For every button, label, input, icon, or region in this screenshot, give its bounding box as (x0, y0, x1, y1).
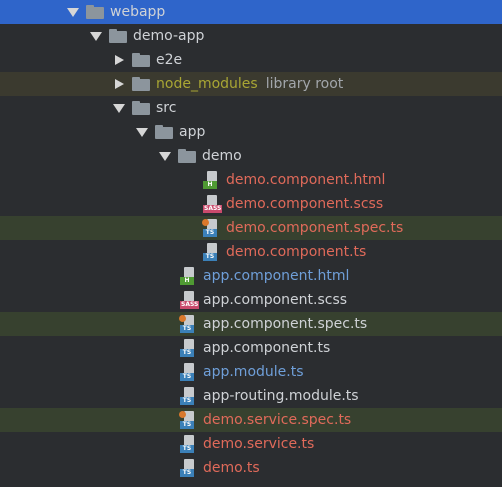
tree-item-label: app.component.scss (203, 292, 348, 308)
tree-file-row[interactable]: TS demo.service.ts (0, 432, 502, 456)
tree-item-label: demo.component.html (226, 172, 386, 188)
tree-item-label: demo (202, 148, 242, 164)
tree-item-label: app (179, 124, 206, 140)
sass-file-icon: SASS (179, 291, 200, 309)
folder-icon (109, 29, 127, 43)
tree-file-row[interactable]: TS demo.component.spec.ts (0, 216, 502, 240)
tree-file-row[interactable]: Happ.component.html (0, 264, 502, 288)
ts-file-icon: TS (179, 315, 199, 333)
ts-file-icon: TS (202, 219, 222, 237)
folder-icon (132, 101, 150, 115)
tree-file-row[interactable]: TS app-routing.module.ts (0, 384, 502, 408)
collapse-arrow-icon[interactable] (112, 53, 126, 67)
tree-folder-row[interactable]: webapp (0, 0, 502, 24)
collapse-arrow-icon[interactable] (112, 77, 126, 91)
tree-item-label: demo.ts (203, 460, 260, 476)
tree-folder-row[interactable]: demo-app (0, 24, 502, 48)
expand-arrow-icon[interactable] (158, 149, 172, 163)
tree-item-label: src (156, 100, 177, 116)
sass-file-icon: SASS (202, 195, 223, 213)
library-root-hint: library root (265, 76, 344, 92)
expand-arrow-icon[interactable] (112, 101, 126, 115)
tree-file-row[interactable]: SASS app.component.scss (0, 288, 502, 312)
expand-arrow-icon[interactable] (135, 125, 149, 139)
expand-arrow-icon[interactable] (89, 29, 103, 43)
tree-folder-row[interactable]: demo (0, 144, 502, 168)
tree-file-row[interactable]: Hdemo.component.html (0, 168, 502, 192)
tree-file-row[interactable]: TS demo.service.spec.ts (0, 408, 502, 432)
tree-item-label: node_modules (156, 76, 258, 92)
tree-item-label: webapp (110, 4, 166, 20)
ts-file-icon: TS (202, 243, 222, 261)
tree-item-label: e2e (156, 52, 183, 68)
folder-icon (132, 53, 150, 67)
ts-file-icon: TS (179, 459, 199, 477)
tree-item-label: app-routing.module.ts (203, 388, 359, 404)
folder-icon (132, 77, 150, 91)
ts-file-icon: TS (179, 339, 199, 357)
html-file-icon: H (202, 171, 222, 189)
tree-file-row[interactable]: TS demo.ts (0, 456, 502, 480)
tree-folder-row[interactable]: e2e (0, 48, 502, 72)
tree-file-row[interactable]: SASS demo.component.scss (0, 192, 502, 216)
tree-item-label: demo.service.spec.ts (203, 412, 352, 428)
expand-arrow-icon[interactable] (66, 5, 80, 19)
tree-folder-row[interactable]: src (0, 96, 502, 120)
tree-file-row[interactable]: TS app.component.ts (0, 336, 502, 360)
ts-file-icon: TS (179, 435, 199, 453)
tree-folder-row[interactable]: app (0, 120, 502, 144)
tree-item-label: demo.component.ts (226, 244, 367, 260)
tree-folder-row[interactable]: node_modules library root (0, 72, 502, 96)
project-tree: webapp demo-app e2e node_modules library roo… (0, 0, 502, 480)
ts-file-icon: TS (179, 387, 199, 405)
tree-item-label: demo-app (133, 28, 205, 44)
tree-item-label: app.component.spec.ts (203, 316, 368, 332)
tree-file-row[interactable]: TS demo.component.ts (0, 240, 502, 264)
tree-file-row[interactable]: TS app.component.spec.ts (0, 312, 502, 336)
folder-icon (178, 149, 196, 163)
ts-file-icon: TS (179, 411, 199, 429)
tree-item-label: demo.service.ts (203, 436, 315, 452)
tree-item-label: app.component.html (203, 268, 350, 284)
ts-file-icon: TS (179, 363, 199, 381)
tree-item-label: app.module.ts (203, 364, 304, 380)
html-file-icon: H (179, 267, 199, 285)
tree-file-row[interactable]: TS app.module.ts (0, 360, 502, 384)
folder-icon (155, 125, 173, 139)
tree-item-label: demo.component.scss (226, 196, 384, 212)
tree-item-label: app.component.ts (203, 340, 331, 356)
folder-icon (86, 5, 104, 19)
tree-item-label: demo.component.spec.ts (226, 220, 404, 236)
